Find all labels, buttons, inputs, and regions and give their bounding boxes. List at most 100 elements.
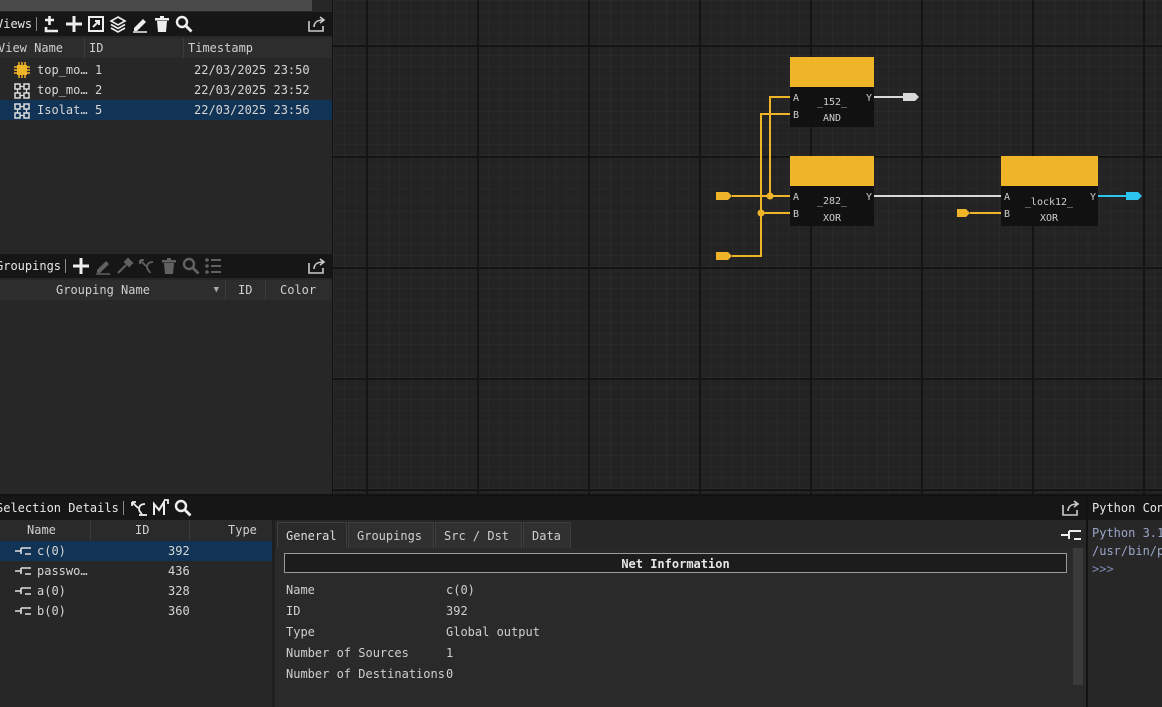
selection-row[interactable]: b(0) 360: [0, 601, 272, 621]
selection-toolbar: Selection Details: [0, 496, 1086, 520]
pin-label: Y: [866, 192, 872, 203]
pin-label: Y: [866, 93, 872, 104]
groupings-panel: Groupings Grouping Name ▼ ID Color: [0, 254, 332, 494]
console-line: /usr/bin/p: [1092, 544, 1162, 558]
field-label: Name: [286, 583, 315, 597]
selection-row[interactable]: c(0) 392: [0, 541, 272, 561]
field-value: Global output: [446, 625, 540, 639]
rename-pencil-icon[interactable]: [92, 255, 114, 277]
views-toolbar: Views: [0, 12, 332, 36]
chip-icon: [14, 62, 30, 78]
pin-label: B: [1004, 209, 1010, 220]
column-header-grouping-name[interactable]: Grouping Name ▼: [0, 280, 226, 300]
gate-type: AND: [823, 113, 841, 124]
column-header-id[interactable]: ID: [85, 38, 184, 58]
console-prompt: >>>: [1092, 562, 1114, 576]
views-table-header: View Name ID Timestamp: [0, 38, 332, 58]
detach-panel-icon[interactable]: [1060, 497, 1082, 519]
field-label: Type: [286, 625, 315, 639]
detach-panel-icon[interactable]: [306, 13, 328, 35]
tab-general[interactable]: General: [277, 522, 347, 548]
color-picker-icon[interactable]: [114, 255, 136, 277]
python-console-header: Python Con: [1088, 496, 1162, 520]
column-header-id[interactable]: ID: [226, 280, 266, 300]
add-child-view-icon[interactable]: [41, 13, 63, 35]
net-id: 436: [168, 564, 190, 578]
vertical-splitter[interactable]: [332, 0, 333, 494]
search-icon[interactable]: [180, 255, 202, 277]
groupings-table-header: Grouping Name ▼ ID Color: [0, 280, 332, 300]
toolbar-separator: [65, 259, 67, 273]
details-scrollbar[interactable]: [1073, 548, 1083, 685]
view-id: 1: [95, 63, 103, 77]
horizontal-splitter[interactable]: [0, 494, 1162, 496]
list-icon[interactable]: [202, 255, 224, 277]
tab-data[interactable]: Data: [523, 522, 571, 548]
field-label: Number of Sources: [286, 646, 409, 660]
groupings-title: Groupings: [0, 259, 62, 273]
views-panel-scrollbar[interactable]: [0, 0, 312, 11]
view-name: Isolat…: [37, 103, 88, 117]
toolbar-separator: [122, 501, 124, 515]
python-console-output[interactable]: Python 3.1 /usr/bin/p >>>: [1092, 524, 1162, 578]
views-panel: Views View Name ID Timestamp: [0, 0, 332, 254]
pin-label: B: [793, 209, 799, 220]
sort-chevron-icon: ▼: [213, 285, 219, 295]
detach-panel-icon[interactable]: [306, 255, 328, 277]
tab-groupings[interactable]: Groupings: [348, 522, 434, 548]
python-console-title: Python Con: [1092, 501, 1162, 515]
column-header-type[interactable]: Type: [190, 520, 272, 540]
column-header-timestamp[interactable]: Timestamp: [184, 38, 332, 58]
gate-name: _282_: [817, 196, 848, 207]
search-icon[interactable]: [172, 497, 194, 519]
column-header-view-name[interactable]: View Name: [0, 38, 85, 58]
select-items-icon[interactable]: [136, 255, 158, 277]
net-icon: [14, 604, 32, 624]
delete-trash-icon[interactable]: [151, 13, 173, 35]
add-grouping-icon[interactable]: [70, 255, 92, 277]
pin-label: Y: [1090, 192, 1096, 203]
selection-details-title: Selection Details: [0, 501, 119, 515]
isolate-selection-icon[interactable]: [150, 497, 172, 519]
bottom-splitter[interactable]: [1086, 496, 1088, 707]
column-header-color[interactable]: Color: [266, 280, 332, 300]
net-information-header: Net Information: [284, 553, 1067, 573]
groupings-toolbar: Groupings: [0, 254, 332, 278]
net-name: b(0): [37, 604, 66, 618]
selection-tree: Name ID Type c(0) 392 passwo… 436 a(0) 3…: [0, 520, 272, 707]
net-id: 392: [168, 544, 190, 558]
tab-src-dst[interactable]: Src / Dst: [435, 522, 522, 548]
view-id: 5: [95, 103, 103, 117]
gate-type: XOR: [1040, 213, 1059, 224]
view-timestamp: 22/03/2025 23:50: [194, 63, 310, 77]
view-row[interactable]: top_mo… 2 22/03/2025 23:52: [0, 80, 332, 100]
pin-label: B: [793, 110, 799, 121]
delete-trash-icon[interactable]: [158, 255, 180, 277]
toolbar-separator: [36, 17, 38, 31]
rename-pencil-icon[interactable]: [129, 13, 151, 35]
graph-canvas[interactable]: A B Y _152_ AND A B Y _282_ XOR A B Y _l…: [333, 0, 1162, 494]
console-line: Python 3.1: [1092, 526, 1162, 540]
selection-row[interactable]: a(0) 328: [0, 581, 272, 601]
open-view-icon[interactable]: [85, 13, 107, 35]
view-row[interactable]: top_mo… 1 22/03/2025 23:50: [0, 60, 332, 80]
column-header-id[interactable]: ID: [91, 520, 190, 540]
add-view-icon[interactable]: [63, 13, 85, 35]
graph-svg: A B Y _152_ AND A B Y _282_ XOR A B Y _l…: [333, 0, 1162, 494]
net-name: a(0): [37, 584, 66, 598]
gate-header: [1001, 156, 1098, 186]
view-row[interactable]: Isolat… 5 22/03/2025 23:56: [0, 100, 332, 120]
selection-row[interactable]: passwo… 436: [0, 561, 272, 581]
field-value: 392: [446, 604, 468, 618]
net-type-icon: [1060, 528, 1082, 545]
wire-junction: [757, 209, 765, 217]
search-icon[interactable]: [173, 13, 195, 35]
focus-selection-icon[interactable]: [128, 497, 150, 519]
view-name: top_mo…: [37, 83, 88, 97]
gate-type: XOR: [823, 213, 842, 224]
view-timestamp: 22/03/2025 23:56: [194, 103, 310, 117]
layers-icon[interactable]: [107, 13, 129, 35]
field-value: 0: [446, 667, 454, 681]
column-header-name[interactable]: Name: [0, 520, 91, 540]
section-title: Net Information: [621, 557, 730, 571]
